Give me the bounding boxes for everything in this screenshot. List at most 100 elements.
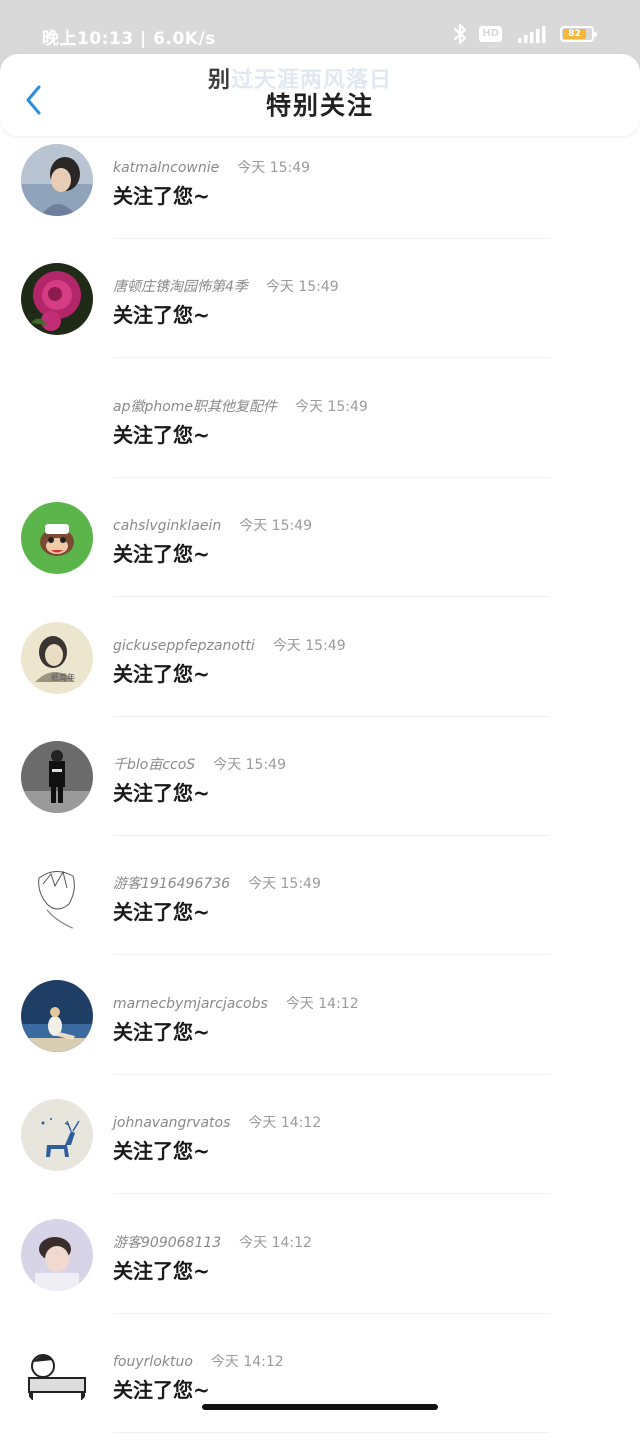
avatar-image [21,502,93,575]
list-item[interactable]: ap徽phome职其他复配件 今天 15:49 关注了您~ [0,377,640,496]
avatar-image: 纸鸢年 [21,621,93,694]
item-meta: johnavangrvatos 今天 14:12 [113,1112,321,1132]
message-text: 关注了您~ [113,422,210,447]
page-title: 特别关注 [265,91,374,120]
message-text: 关注了您~ [113,661,210,686]
follow-list: katmalncownie 今天 15:49 关注了您~ 唐顿庄镌淘园怖第4季 今天 1… [0,138,640,1451]
battery-icon: 82 [560,26,597,42]
message-text: 关注了您~ [113,780,210,805]
item-meta: katmalncownie 今天 15:49 [113,157,310,177]
timestamp: 今天 15:49 [213,756,286,773]
list-item[interactable]: 纸鸢年 gickuseppfepzanotti 今天 15:49 关注了您~ [0,616,640,735]
user-name[interactable]: ap徽phome职其他复配件 [113,399,277,415]
list-item[interactable]: 千blo亩ccoS 今天 15:49 关注了您~ [0,735,640,854]
avatar-image [21,144,93,216]
divider [113,1312,550,1314]
user-name[interactable]: 游客909068113 [113,1235,221,1251]
timestamp: 今天 15:49 [237,160,311,176]
avatar-image [21,860,93,933]
status-icons: HD 82 [451,22,597,46]
list-item[interactable]: katmalncownie 今天 15:49 关注了您~ [0,138,640,257]
avatar-image [21,382,93,455]
item-meta: gickuseppfepzanotti 今天 15:49 [113,635,346,655]
user-name[interactable]: 千blo亩ccoS [113,757,195,773]
list-item[interactable]: fouyrloktuo 今天 14:12 关注了您~ [0,1332,640,1451]
message-text: 关注了您~ [113,184,210,208]
avatar[interactable] [21,1099,93,1172]
divider [113,1431,550,1433]
battery-level: 82 [563,29,586,39]
item-meta: 游客909068113 今天 14:12 [113,1232,312,1252]
svg-text:纸鸢年: 纸鸢年 [51,672,75,682]
timestamp: 今天 15:49 [248,876,321,893]
item-meta: ap徽phome职其他复配件 今天 15:49 [113,396,368,416]
user-name[interactable]: gickuseppfepzanotti [113,638,255,654]
avatar[interactable] [21,860,93,933]
timestamp: 今天 14:12 [285,995,359,1012]
item-meta: 唐顿庄镌淘园怖第4季 今天 15:49 [113,276,339,296]
message-text: 关注了您~ [113,542,210,567]
list-item[interactable]: marnecbymjarcjacobs 今天 14:12 关注了您~ [0,974,640,1093]
avatar[interactable]: 纸鸢年 [21,621,93,694]
avatar[interactable] [21,263,93,336]
item-meta: 游客1916496736 今天 15:49 [113,873,321,893]
user-name[interactable]: cahslvginklaein [113,518,221,534]
header: 别过天涯两风落日 特别关注 [0,54,640,136]
divider [113,238,550,239]
message-text: 关注了您~ [113,303,210,328]
divider [113,954,550,956]
divider [113,834,550,836]
item-meta: marnecbymjarcjacobs 今天 14:12 [113,993,359,1013]
timestamp: 今天 15:49 [295,398,368,415]
item-meta: fouyrloktuo 今天 14:12 [113,1351,284,1371]
home-indicator[interactable] [202,1404,438,1410]
list-item[interactable]: cahslvginklaein 今天 15:49 关注了您~ [0,496,640,615]
avatar[interactable] [21,144,93,216]
avatar-image [21,263,93,336]
avatar-image [21,1099,93,1172]
item-meta: cahslvginklaein 今天 15:49 [113,515,312,535]
divider [113,476,550,478]
timestamp: 今天 14:12 [210,1353,284,1370]
avatar-image [21,740,93,813]
timestamp: 今天 14:12 [248,1115,322,1132]
item-meta: 千blo亩ccoS 今天 15:49 [113,754,286,774]
timestamp: 今天 15:49 [272,637,346,654]
timestamp: 今天 15:49 [265,279,339,296]
user-name[interactable]: fouyrloktuo [113,1354,193,1370]
avatar-image [21,1337,93,1410]
status-time-speed: 晚上10:13 | 6.0K/s [42,29,216,49]
avatar[interactable] [21,502,93,575]
list-item[interactable]: 唐顿庄镌淘园怖第4季 今天 15:49 关注了您~ [0,257,640,376]
hd-icon: HD [479,26,502,42]
user-name[interactable]: 游客1916496736 [113,876,230,892]
avatar-image [21,979,93,1052]
user-name[interactable]: katmalncownie [113,160,219,176]
message-text: 关注了您~ [113,900,210,925]
message-text: 关注了您~ [113,1019,210,1044]
avatar[interactable] [21,740,93,813]
list-item[interactable]: 游客1916496736 今天 15:49 关注了您~ [0,854,640,973]
message-text: 关注了您~ [113,1139,210,1164]
avatar[interactable] [21,1337,93,1410]
divider [113,596,550,598]
divider [113,357,550,359]
avatar[interactable] [21,979,93,1052]
avatar[interactable] [21,1218,93,1291]
user-name[interactable]: marnecbymjarcjacobs [113,996,268,1012]
user-name[interactable]: johnavangrvatos [113,1115,230,1131]
message-text: 关注了您~ [113,1377,210,1402]
divider [113,1073,550,1075]
divider [113,715,550,717]
list-item[interactable]: 游客909068113 今天 14:12 关注了您~ [0,1213,640,1332]
divider [113,1193,550,1195]
avatar[interactable] [21,382,93,455]
bluetooth-icon [454,23,467,45]
timestamp: 今天 14:12 [239,1234,312,1251]
user-name[interactable]: 唐顿庄镌淘园怖第4季 [113,279,248,295]
avatar-image [21,1218,93,1291]
list-item[interactable]: johnavangrvatos 今天 14:12 关注了您~ [0,1093,640,1212]
timestamp: 今天 15:49 [239,518,313,535]
message-text: 关注了您~ [113,1258,210,1283]
signal-icon [518,26,546,43]
